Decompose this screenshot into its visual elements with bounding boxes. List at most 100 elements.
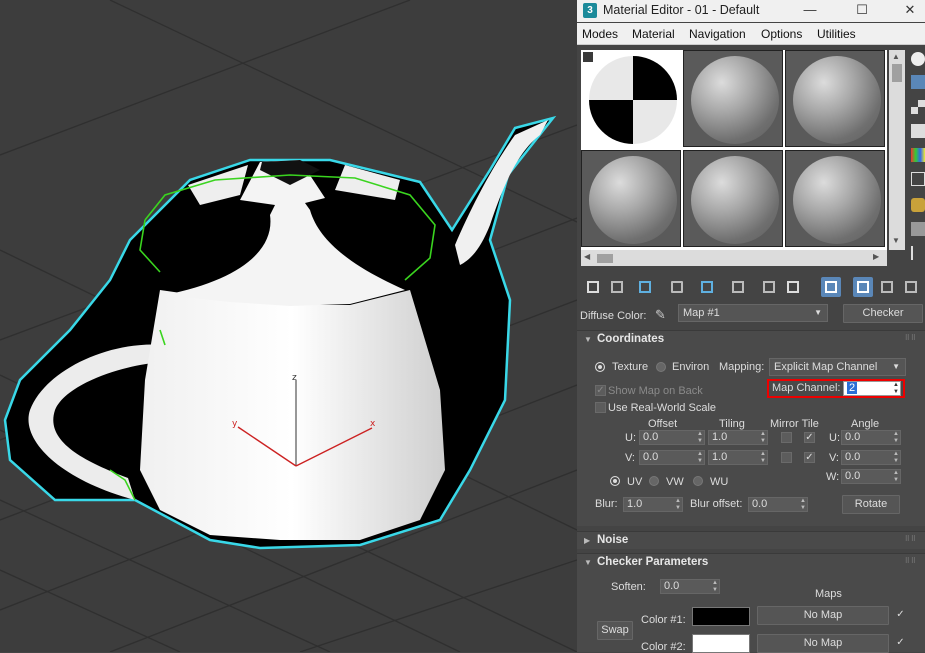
scroll-up-icon[interactable]: ▲ <box>892 52 900 61</box>
sample-slot-1[interactable] <box>581 50 681 147</box>
w-angle-label: W: <box>826 471 840 483</box>
u-mirror-checkbox[interactable] <box>781 432 792 443</box>
minimize-button[interactable]: — <box>787 0 833 22</box>
sample-slot-5[interactable] <box>683 150 783 247</box>
vw-label: VW <box>666 476 684 488</box>
show-map-on-back-checkbox[interactable]: ✓ <box>595 385 606 396</box>
texture-radio[interactable] <box>595 362 605 372</box>
map-name-row: Diffuse Color: ✎ Map #1 ▼ Checker <box>577 303 925 325</box>
diffuse-color-label: Diffuse Color: <box>580 310 647 322</box>
scroll-thumb[interactable] <box>892 64 902 82</box>
select-by-material-icon[interactable] <box>911 222 925 236</box>
scroll-thumb[interactable] <box>597 254 613 263</box>
u-offset-spinner[interactable]: 0.0 ▲ ▼ <box>639 430 705 445</box>
map-type-button[interactable]: Checker <box>843 304 923 323</box>
u-tile-checkbox[interactable]: ✓ <box>804 432 815 443</box>
options-icon[interactable] <box>911 198 925 212</box>
swap-button[interactable]: Swap <box>597 621 633 640</box>
menu-options[interactable]: Options <box>761 27 802 41</box>
make-preview-icon[interactable] <box>911 172 925 186</box>
color2-no-map-button[interactable]: No Map <box>757 634 889 653</box>
w-angle-spinner[interactable]: 0.0 ▲ ▼ <box>841 469 901 484</box>
backlight-icon[interactable] <box>911 75 925 89</box>
window-title: Material Editor - 01 - Default <box>603 3 760 17</box>
blur-spinner[interactable]: 1.0 ▲ ▼ <box>623 497 683 512</box>
sample-slot-6[interactable] <box>785 150 885 247</box>
video-color-check-icon[interactable] <box>911 148 925 162</box>
color2-label: Color #2: <box>641 641 686 653</box>
u-tiling-spinner[interactable]: 1.0 ▲ ▼ <box>708 430 768 445</box>
menu-modes[interactable]: Modes <box>582 27 618 41</box>
wu-radio[interactable] <box>693 476 703 486</box>
uv-radio[interactable] <box>610 476 620 486</box>
v-offset-spinner[interactable]: 0.0 ▲ ▼ <box>639 450 705 465</box>
viewport-scene: z x y <box>0 0 577 652</box>
sample-slot-2[interactable] <box>683 50 783 147</box>
vw-radio[interactable] <box>649 476 659 486</box>
maps-column-header: Maps <box>815 588 842 600</box>
v-tiling-spinner[interactable]: 1.0 ▲ ▼ <box>708 450 768 465</box>
blur-offset-spinner[interactable]: 0.0 ▲ ▼ <box>748 497 808 512</box>
show-end-result-icon[interactable] <box>853 277 873 297</box>
color2-map-enable-checkbox[interactable]: ✓ <box>895 638 906 649</box>
noise-rollout-header[interactable]: ▶ Noise ⠿⠿ <box>577 531 925 549</box>
copy-material-icon[interactable] <box>697 277 717 297</box>
show-shaded-material-icon[interactable] <box>821 277 841 297</box>
coordinates-rollout-header[interactable]: ▼ Coordinates ⠿⠿ <box>577 330 925 348</box>
menu-navigation[interactable]: Navigation <box>689 27 746 41</box>
sample-uv-tiling-icon[interactable] <box>911 124 925 138</box>
real-world-scale-label: Use Real-World Scale <box>608 402 717 414</box>
scroll-left-icon[interactable]: ◀ <box>584 252 590 261</box>
color1-map-enable-checkbox[interactable]: ✓ <box>895 610 906 621</box>
put-material-icon[interactable] <box>607 277 627 297</box>
color2-swatch[interactable] <box>692 634 750 653</box>
environ-radio[interactable] <box>656 362 666 372</box>
assign-material-icon[interactable] <box>635 277 655 297</box>
texture-label: Texture <box>612 361 649 373</box>
material-editor-window: 3 Material Editor - 01 - Default — ☐ ✕ M… <box>577 0 925 653</box>
v-angle-spinner[interactable]: 0.0 ▲ ▼ <box>841 450 901 465</box>
teapot-body <box>140 290 445 540</box>
reset-map-icon[interactable] <box>667 277 687 297</box>
v-tile-checkbox[interactable]: ✓ <box>804 452 815 463</box>
material-map-navigator-icon[interactable] <box>911 246 925 260</box>
map-channel-highlight: Map Channel: 2 ▲ ▼ <box>767 379 905 398</box>
slots-vertical-scrollbar[interactable]: ▲ ▼ <box>889 50 905 250</box>
get-material-icon[interactable] <box>583 277 603 297</box>
sample-slot-3[interactable] <box>785 50 885 147</box>
color1-swatch[interactable] <box>692 607 750 626</box>
soften-spinner[interactable]: 0.0 ▲ ▼ <box>660 579 720 594</box>
scroll-down-icon[interactable]: ▼ <box>892 236 900 245</box>
v-mirror-checkbox[interactable] <box>781 452 792 463</box>
sample-type-icon[interactable] <box>911 52 925 66</box>
go-forward-sibling-icon[interactable] <box>901 277 921 297</box>
u-angle-spinner[interactable]: 0.0 ▲ ▼ <box>841 430 901 445</box>
background-icon[interactable] <box>911 100 925 114</box>
put-to-library-icon[interactable] <box>759 277 779 297</box>
maximize-button[interactable]: ☐ <box>839 0 885 22</box>
environ-label: Environ <box>672 361 710 373</box>
scroll-right-icon[interactable]: ▶ <box>873 252 879 261</box>
material-id-channel-icon[interactable] <box>783 277 803 297</box>
mapping-dropdown[interactable]: Explicit Map Channel ▼ <box>769 358 906 376</box>
axis-y-label: y <box>232 419 238 429</box>
viewport-perspective[interactable]: z x y <box>0 0 577 652</box>
go-to-parent-icon[interactable] <box>877 277 897 297</box>
close-button[interactable]: ✕ <box>887 0 925 22</box>
soften-label: Soften: <box>611 581 646 593</box>
map-name-dropdown[interactable]: Map #1 ▼ <box>678 304 828 322</box>
color1-no-map-button[interactable]: No Map <box>757 606 889 625</box>
axis-z-label: z <box>292 373 297 383</box>
real-world-scale-checkbox[interactable] <box>595 402 606 413</box>
slots-horizontal-scrollbar[interactable]: ◀ ▶ <box>581 250 887 266</box>
menu-utilities[interactable]: Utilities <box>817 27 856 41</box>
menu-material[interactable]: Material <box>632 27 675 41</box>
wu-label: WU <box>710 476 729 488</box>
eyedropper-icon[interactable]: ✎ <box>655 307 666 323</box>
map-channel-spinner[interactable]: 2 ▲ ▼ <box>843 381 901 396</box>
title-bar[interactable]: 3 Material Editor - 01 - Default — ☐ ✕ <box>577 0 925 22</box>
checker-parameters-rollout-header[interactable]: ▼ Checker Parameters ⠿⠿ <box>577 553 925 571</box>
sample-slot-4[interactable] <box>581 150 681 247</box>
unique-icon[interactable] <box>728 277 748 297</box>
rotate-button[interactable]: Rotate <box>842 495 900 514</box>
